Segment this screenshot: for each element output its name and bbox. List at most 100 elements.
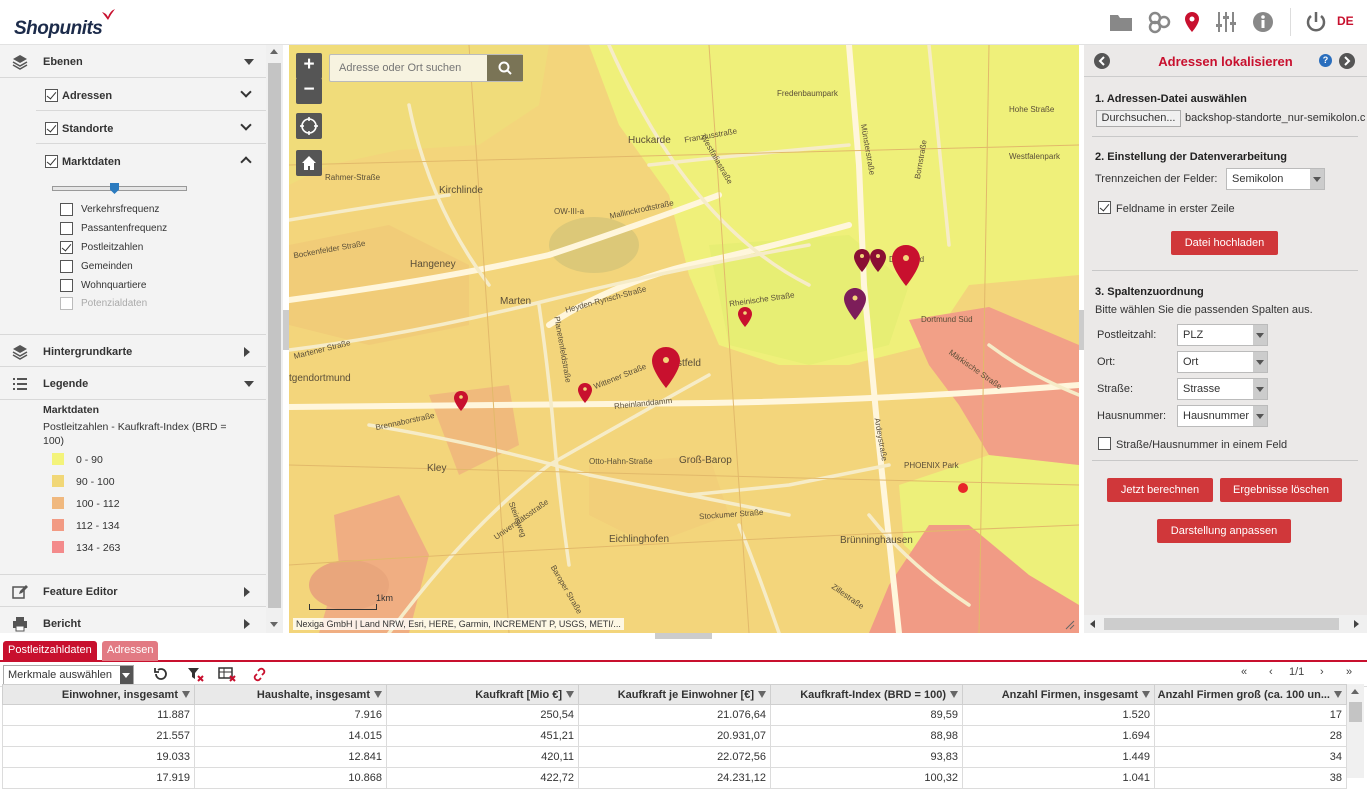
scroll-thumb[interactable]	[1104, 618, 1339, 630]
filter-icon[interactable]	[182, 691, 190, 699]
clear-filter-icon[interactable]	[187, 667, 204, 682]
table-row[interactable]: 19.033 12.841 420,11 22.072,56 93,83 1.449 34	[2, 746, 1347, 768]
header-row-checkbox[interactable]	[1098, 201, 1111, 214]
clear-table-icon[interactable]	[218, 667, 237, 682]
panel-hscrollbar[interactable]	[1084, 615, 1367, 633]
power-icon[interactable]	[1303, 10, 1329, 34]
filter-icon[interactable]	[1142, 691, 1150, 699]
slider-handle[interactable]	[110, 183, 119, 194]
chevron-down-icon[interactable]	[240, 86, 252, 98]
folder-icon[interactable]	[1108, 10, 1134, 34]
ebenen-header[interactable]: Ebenen	[0, 45, 266, 78]
checkbox[interactable]	[60, 241, 73, 254]
map-pin-icon[interactable]	[1180, 10, 1206, 34]
standorte-checkbox[interactable]	[45, 122, 58, 135]
ort-select[interactable]: Ort	[1177, 351, 1268, 373]
checkbox[interactable]	[60, 279, 73, 292]
table-cell: 1.041	[962, 767, 1155, 789]
scroll-right-icon[interactable]	[1354, 620, 1359, 628]
checkbox[interactable]	[60, 203, 73, 216]
search-button[interactable]	[487, 55, 523, 81]
resize-icon[interactable]	[1065, 620, 1075, 630]
scroll-thumb[interactable]	[268, 63, 281, 608]
reset-icon[interactable]	[153, 667, 168, 682]
language-switch[interactable]: DE	[1337, 14, 1354, 28]
unlink-icon[interactable]	[252, 667, 267, 682]
zoom-out-button[interactable]: −	[296, 78, 322, 104]
column-header[interactable]: Kaufkraft [Mio €]	[386, 684, 579, 705]
table-scrollbar[interactable]	[1347, 684, 1364, 778]
feature-editor-header[interactable]: Feature Editor	[0, 574, 266, 607]
layer-adressen[interactable]: Adressen	[36, 78, 266, 111]
feature-select[interactable]: Merkmale auswählen	[3, 665, 134, 685]
column-header[interactable]: Kaufkraft-Index (BRD = 100)	[770, 684, 963, 705]
scroll-down-icon[interactable]	[270, 622, 278, 627]
address-search[interactable]	[329, 54, 523, 82]
column-header[interactable]: Kaufkraft je Einwohner [€]	[578, 684, 771, 705]
hausnummer-select[interactable]: Hausnummer	[1177, 405, 1268, 427]
combined-field-checkbox[interactable]	[1098, 437, 1111, 450]
table-row[interactable]: 21.557 14.015 451,21 20.931,07 88,98 1.694 28	[2, 725, 1347, 747]
filter-icon[interactable]	[950, 691, 958, 699]
help-icon[interactable]: ?	[1319, 54, 1332, 67]
map-canvas[interactable]	[289, 45, 1079, 633]
last-page-icon[interactable]: »	[1346, 666, 1352, 678]
table-row[interactable]: 17.919 10.868 422,72 24.231,12 100,32 1.041 38	[2, 767, 1347, 789]
first-page-icon[interactable]: «	[1241, 666, 1247, 678]
filename: backshop-standorte_nur-semikolon.csv	[1185, 112, 1365, 124]
column-header[interactable]: Anzahl Firmen groß (ca. 100 un...	[1154, 684, 1347, 705]
upload-button[interactable]: Datei hochladen	[1171, 231, 1278, 255]
scroll-thumb[interactable]	[1349, 702, 1362, 722]
bericht-header[interactable]: Bericht	[0, 607, 266, 633]
browse-button[interactable]: Durchsuchen...	[1096, 110, 1181, 127]
column-header[interactable]: Einwohner, insgesamt	[2, 684, 195, 705]
column-header[interactable]: Anzahl Firmen, insgesamt	[962, 684, 1155, 705]
scroll-up-icon[interactable]	[1351, 689, 1359, 694]
tab-adressen[interactable]: Adressen	[102, 641, 159, 661]
plz-select[interactable]: PLZ	[1177, 324, 1268, 346]
sliders-icon[interactable]	[1213, 10, 1239, 34]
table-row[interactable]: 11.887 7.916 250,54 21.076,64 89,59 1.520 17	[2, 704, 1347, 726]
chevron-down-icon[interactable]	[240, 119, 252, 131]
legende-header[interactable]: Legende	[0, 367, 266, 400]
locate-button[interactable]	[296, 113, 322, 139]
filter-icon[interactable]	[374, 691, 382, 699]
chevron-up-icon[interactable]	[240, 156, 252, 168]
print-icon	[13, 617, 27, 632]
filter-icon[interactable]	[758, 691, 766, 699]
zoom-in-button[interactable]: +	[296, 53, 322, 79]
calculate-button[interactable]: Jetzt berechnen	[1107, 478, 1213, 502]
forward-button[interactable]	[1339, 53, 1355, 69]
home-button[interactable]	[296, 150, 322, 176]
filter-icon[interactable]	[1334, 691, 1342, 699]
opacity-slider[interactable]	[52, 183, 187, 194]
scroll-left-icon[interactable]	[1090, 620, 1095, 628]
adjust-display-button[interactable]: Darstellung anpassen	[1157, 519, 1291, 543]
checkbox[interactable]	[60, 260, 73, 273]
clear-results-button[interactable]: Ergebnisse löschen	[1220, 478, 1342, 502]
column-header[interactable]: Haushalte, insgesamt	[194, 684, 387, 705]
checkbox[interactable]	[60, 222, 73, 235]
left-collapse-handle[interactable]	[283, 310, 289, 350]
next-page-icon[interactable]: ›	[1320, 666, 1324, 678]
prev-page-icon[interactable]: ‹	[1269, 666, 1273, 678]
adressen-checkbox[interactable]	[45, 89, 58, 102]
separator-select[interactable]: Semikolon	[1226, 168, 1325, 190]
info-icon[interactable]	[1250, 10, 1276, 34]
marktdaten-checkbox[interactable]	[45, 155, 58, 168]
sidebar-scrollbar[interactable]	[266, 45, 283, 633]
map[interactable]: Huckarde Kirchlinde Hangeney Marten Kley…	[289, 45, 1079, 633]
bottom-collapse-handle[interactable]	[655, 633, 712, 639]
scroll-up-icon[interactable]	[270, 49, 278, 54]
layer-standorte[interactable]: Standorte	[36, 111, 266, 144]
column-label: Kaufkraft je Einwohner [€]	[617, 688, 754, 701]
search-input[interactable]	[330, 55, 486, 81]
layer-marktdaten[interactable]: Marktdaten	[36, 144, 266, 177]
hexagons-icon[interactable]	[1146, 10, 1172, 34]
table-cell: 1.694	[962, 725, 1155, 747]
tab-postleitzahldaten[interactable]: Postleitzahldaten	[3, 641, 97, 661]
hintergrundkarte-header[interactable]: Hintergrundkarte	[0, 334, 266, 367]
strasse-select[interactable]: Strasse	[1177, 378, 1268, 400]
filter-icon[interactable]	[566, 691, 574, 699]
legend-swatch	[52, 519, 64, 531]
